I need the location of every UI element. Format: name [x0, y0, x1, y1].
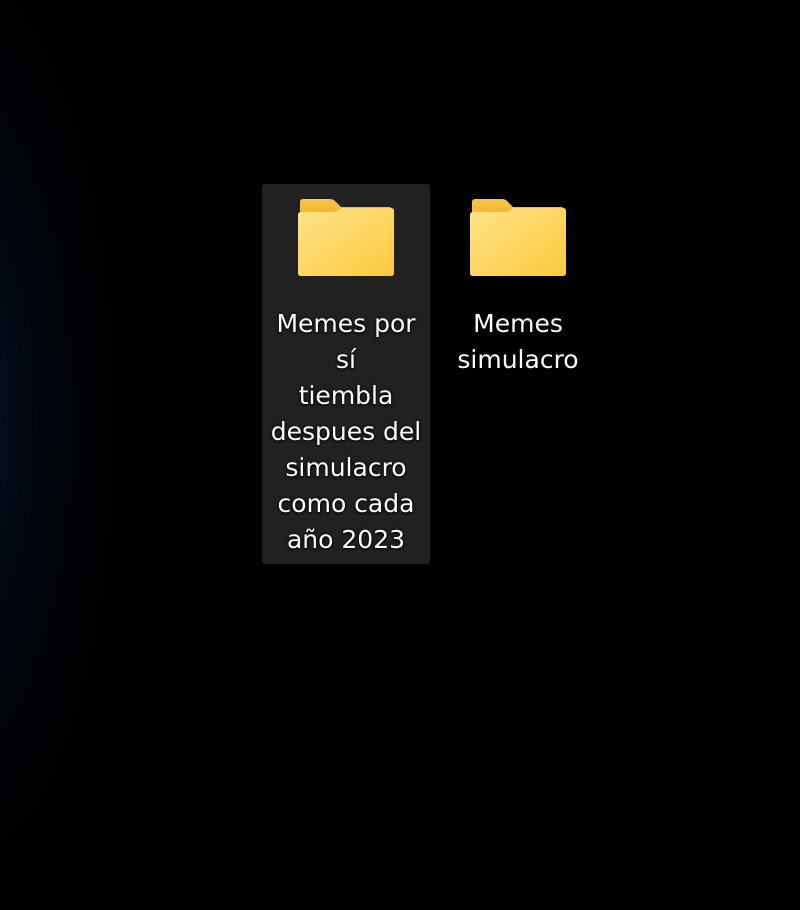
desktop-folder-memes-por-si-tiembla[interactable]: Memes por sí tiembla despues del simulac…: [262, 184, 430, 564]
folder-label-line: Memes: [473, 309, 563, 338]
folder-label-line: simulacro: [457, 345, 579, 374]
folder-label-line: Memes por sí: [276, 309, 416, 374]
folder-label-line: tiembla: [298, 381, 394, 410]
folder-icon: [470, 199, 566, 276]
desktop[interactable]: Memes por sí tiembla despues del simulac…: [0, 0, 800, 910]
folder-label-line: simulacro: [285, 453, 407, 482]
folder-label: Memes por sí tiembla despues del simulac…: [264, 306, 428, 558]
folder-label-line: año 2023: [286, 525, 406, 554]
desktop-folder-memes-simulacro[interactable]: Memes simulacro: [434, 184, 602, 384]
folder-label-line: despues del: [270, 417, 422, 446]
folder-icon: [298, 199, 394, 276]
folder-label-line: como cada: [277, 489, 415, 518]
folder-label: Memes simulacro: [436, 306, 600, 378]
